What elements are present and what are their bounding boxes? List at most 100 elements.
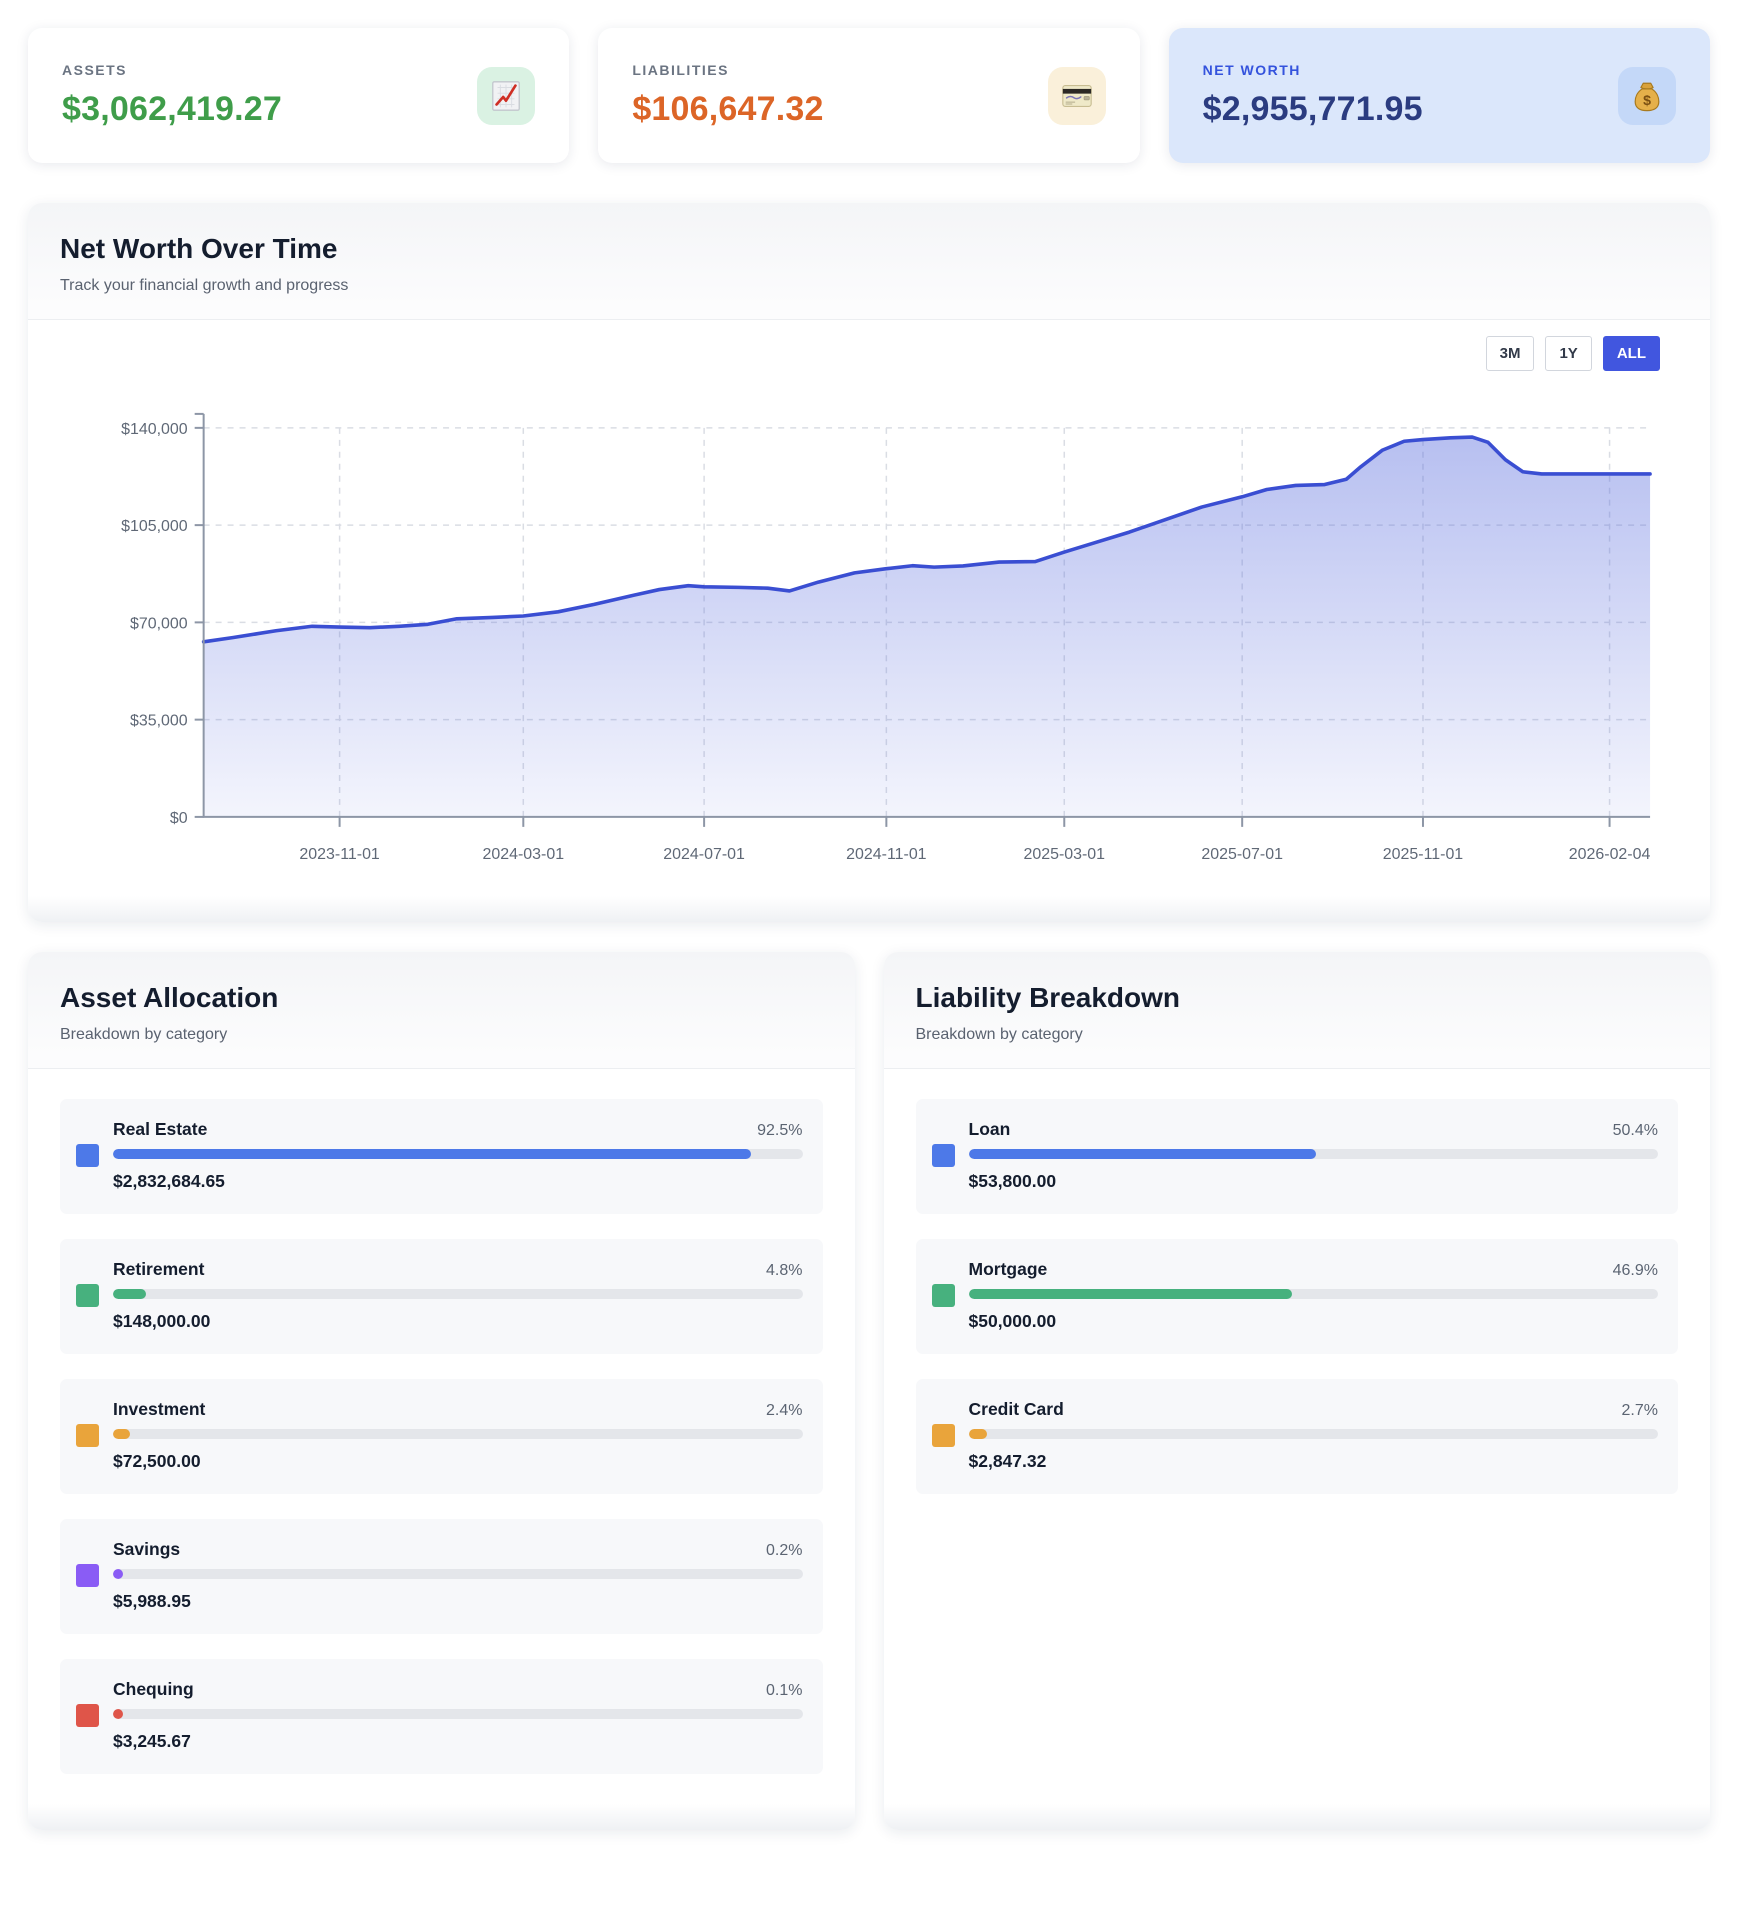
progress-fill [969, 1429, 988, 1439]
liability-breakdown-header: Liability Breakdown Breakdown by categor… [884, 952, 1711, 1069]
asset-allocation-card: Asset Allocation Breakdown by category R… [28, 952, 855, 1830]
net-worth-dashboard: ASSETS $3,062,419.27 $ [0, 0, 1738, 1906]
liability-breakdown-card: Liability Breakdown Breakdown by categor… [884, 952, 1711, 1830]
category-percent: 46.9% [1613, 1262, 1658, 1280]
category-amount: $3,245.67 [113, 1731, 803, 1752]
card-footer [884, 1804, 1711, 1830]
category-swatch [76, 1284, 99, 1307]
category-percent: 2.4% [766, 1402, 802, 1420]
progress-fill [113, 1429, 130, 1439]
svg-text:2024-07-01: 2024-07-01 [663, 846, 745, 863]
breakdown-row: Credit Card 2.7% $2,847.32 [916, 1379, 1679, 1494]
category-amount: $2,847.32 [969, 1451, 1659, 1472]
svg-text:2025-03-01: 2025-03-01 [1023, 846, 1105, 863]
chart-increasing-icon [489, 79, 523, 113]
category-swatch [932, 1424, 955, 1447]
svg-text:$140,000: $140,000 [121, 421, 188, 438]
progress-track [113, 1709, 803, 1719]
range-button-3m[interactable]: 3M [1486, 336, 1535, 371]
asset-allocation-rows: Real Estate 92.5% $2,832,684.65 Retireme… [28, 1069, 855, 1804]
summary-cards: ASSETS $3,062,419.27 $ [28, 28, 1710, 163]
progress-track [969, 1429, 1659, 1439]
card-footer [28, 896, 1710, 922]
progress-fill [113, 1569, 123, 1579]
svg-text:2025-07-01: 2025-07-01 [1201, 846, 1283, 863]
svg-text:2025-11-01: 2025-11-01 [1383, 846, 1464, 863]
category-name: Credit Card [969, 1399, 1064, 1420]
category-name: Mortgage [969, 1259, 1048, 1280]
category-amount: $72,500.00 [113, 1451, 803, 1472]
credit-card-icon [1060, 79, 1094, 113]
breakdown-row: Savings 0.2% $5,988.95 [60, 1519, 823, 1634]
liability-breakdown-title: Liability Breakdown [916, 982, 1679, 1014]
progress-fill [113, 1709, 123, 1719]
category-amount: $2,832,684.65 [113, 1171, 803, 1192]
summary-card: LIABILITIES $106,647.32 $ [598, 28, 1139, 163]
svg-text:$105,000: $105,000 [121, 518, 188, 535]
range-button-1y[interactable]: 1Y [1545, 336, 1591, 371]
category-percent: 0.2% [766, 1542, 802, 1560]
net-worth-over-time-card: Net Worth Over Time Track your financial… [28, 203, 1710, 922]
liability-breakdown-subtitle: Breakdown by category [916, 1026, 1679, 1044]
breakdown-row: Loan 50.4% $53,800.00 [916, 1099, 1679, 1214]
category-name: Loan [969, 1119, 1011, 1140]
category-swatch [76, 1704, 99, 1727]
asset-allocation-subtitle: Breakdown by category [60, 1026, 823, 1044]
breakdown-section: Asset Allocation Breakdown by category R… [28, 952, 1710, 1830]
progress-fill [969, 1149, 1317, 1159]
summary-label: ASSETS [62, 62, 282, 78]
category-name: Investment [113, 1399, 205, 1420]
category-amount: $5,988.95 [113, 1591, 803, 1612]
category-percent: 0.1% [766, 1682, 802, 1700]
net-worth-area-chart: $0 $35,000 $70,000 $105,000 $140,000 2023-11-… [54, 373, 1684, 892]
svg-text:2024-03-01: 2024-03-01 [482, 846, 564, 863]
svg-text:$70,000: $70,000 [130, 615, 188, 632]
summary-card: ASSETS $3,062,419.27 $ [28, 28, 569, 163]
range-button-all[interactable]: ALL [1603, 336, 1660, 371]
breakdown-row: Chequing 0.1% $3,245.67 [60, 1659, 823, 1774]
breakdown-row: Retirement 4.8% $148,000.00 [60, 1239, 823, 1354]
category-amount: $50,000.00 [969, 1311, 1659, 1332]
progress-track [113, 1149, 803, 1159]
breakdown-row: Mortgage 46.9% $50,000.00 [916, 1239, 1679, 1354]
category-percent: 50.4% [1613, 1122, 1658, 1140]
category-name: Chequing [113, 1679, 194, 1700]
svg-text:2023-11-01: 2023-11-01 [299, 846, 380, 863]
asset-allocation-title: Asset Allocation [60, 982, 823, 1014]
breakdown-row: Real Estate 92.5% $2,832,684.65 [60, 1099, 823, 1214]
chart-body: 3M 1Y ALL $0 $35,000 $70,000 $105,000 $140,000… [28, 320, 1710, 896]
progress-track [113, 1569, 803, 1579]
category-name: Savings [113, 1539, 180, 1560]
svg-text:$35,000: $35,000 [130, 713, 188, 730]
svg-text:2024-11-01: 2024-11-01 [846, 846, 927, 863]
card-footer [28, 1804, 855, 1830]
category-percent: 4.8% [766, 1262, 802, 1280]
svg-text:$0: $0 [170, 810, 188, 827]
category-percent: 2.7% [1622, 1402, 1658, 1420]
progress-fill [969, 1289, 1292, 1299]
asset-allocation-header: Asset Allocation Breakdown by category [28, 952, 855, 1069]
breakdown-row: Investment 2.4% $72,500.00 [60, 1379, 823, 1494]
category-swatch [76, 1564, 99, 1587]
svg-text:$: $ [1643, 92, 1651, 108]
summary-card: NET WORTH $2,955,771.95 $ [1169, 28, 1710, 163]
chart-subtitle: Track your financial growth and progress [60, 277, 1678, 295]
progress-fill [113, 1149, 751, 1159]
category-amount: $148,000.00 [113, 1311, 803, 1332]
category-name: Real Estate [113, 1119, 207, 1140]
category-name: Retirement [113, 1259, 204, 1280]
chart-title: Net Worth Over Time [60, 233, 1678, 265]
progress-track [969, 1149, 1659, 1159]
category-swatch [932, 1284, 955, 1307]
summary-label: LIABILITIES [632, 62, 823, 78]
svg-text:2026-02-04: 2026-02-04 [1569, 846, 1651, 863]
liability-breakdown-rows: Loan 50.4% $53,800.00 Mortgage 46.9% $50… [884, 1069, 1711, 1804]
summary-label: NET WORTH [1203, 62, 1423, 78]
progress-track [113, 1289, 803, 1299]
category-swatch [76, 1424, 99, 1447]
category-amount: $53,800.00 [969, 1171, 1659, 1192]
chart-card-header: Net Worth Over Time Track your financial… [28, 203, 1710, 320]
summary-value: $106,647.32 [632, 90, 823, 129]
category-percent: 92.5% [757, 1122, 802, 1140]
time-range-buttons: 3M 1Y ALL [54, 336, 1684, 371]
